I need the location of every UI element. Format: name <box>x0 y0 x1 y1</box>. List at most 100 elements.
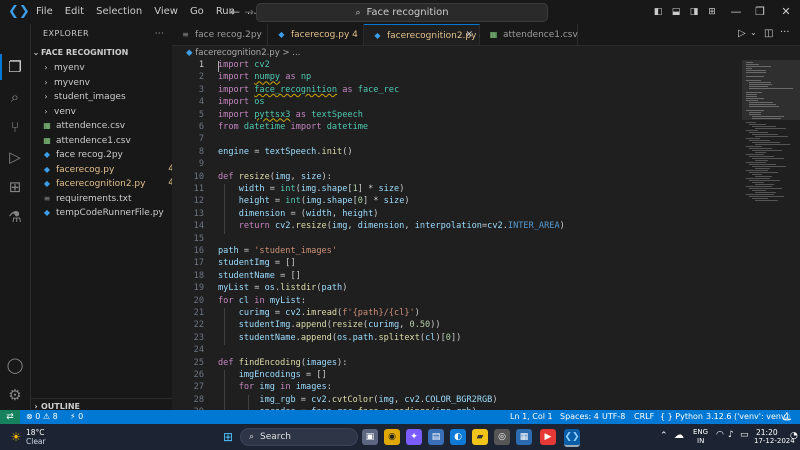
code-line[interactable]: import cv2 <box>218 60 270 70</box>
menu-view[interactable]: View <box>148 0 184 24</box>
sidebar-item[interactable]: ≡ requirements.txt <box>31 191 182 206</box>
run-debug-icon[interactable]: ▷ <box>5 147 25 167</box>
minimap[interactable] <box>742 60 800 410</box>
code-line[interactable]: height = int(img.shape[0] * size) <box>218 196 410 206</box>
camera-icon[interactable]: ◎ <box>494 429 510 445</box>
code-line[interactable]: from datetime import datetime <box>218 122 368 132</box>
code-line[interactable]: myList = os.listdir(path) <box>218 283 347 293</box>
sidebar-item[interactable]: ▦ attendence1.csv <box>31 133 182 148</box>
battery-icon[interactable]: ▭ <box>740 430 749 440</box>
menu-selection[interactable]: Selection <box>90 0 148 24</box>
sidebar-item[interactable]: ◆facerecog.py4 <box>31 162 182 177</box>
code-line[interactable]: dimension = (width, height) <box>218 209 379 219</box>
task-view-icon[interactable]: ▣ <box>362 429 378 445</box>
code-line[interactable]: studentName.append(os.path.splitext(cl)[… <box>218 333 462 343</box>
run-python-icon[interactable]: ▷ <box>738 28 746 39</box>
code-line[interactable]: imgEncodings = [] <box>218 370 327 380</box>
code-line[interactable]: import face_recognition as face_rec <box>218 85 399 95</box>
breadcrumb-file[interactable]: facerecognition2.py <box>195 48 279 58</box>
code-line[interactable]: import pyttsx3 as textSpeech <box>218 110 363 120</box>
code-line[interactable]: img_rgb = cv2.cvtColor(img, cv2.COLOR_BG… <box>218 395 497 405</box>
more-actions-icon[interactable]: ··· <box>155 24 164 44</box>
explorer-files-icon[interactable]: ❐ <box>5 57 25 77</box>
close-button[interactable]: ✕ <box>772 0 800 24</box>
sidebar-item[interactable]: ▦ attendence.csv <box>31 118 182 133</box>
sidebar-item[interactable]: ◆facerecognition2.py4 <box>31 176 182 191</box>
code-line[interactable]: for img in images: <box>218 382 332 392</box>
speaker-icon[interactable]: ♪ <box>728 430 734 440</box>
clock-date[interactable]: 17-12-2024 <box>754 437 795 445</box>
problems-status[interactable]: ⊗ 0 ⚠ 8 <box>26 410 58 424</box>
code-line[interactable]: def findEncoding(images): <box>218 358 347 368</box>
code-line[interactable]: studentName = [] <box>218 271 301 281</box>
copilot-icon[interactable]: ✦ <box>406 429 422 445</box>
line-ending[interactable]: CRLF <box>634 410 654 424</box>
testing-flask-icon[interactable]: ⚗ <box>5 207 25 227</box>
lang-top[interactable]: ENG <box>693 428 708 436</box>
sidebar-item[interactable]: › myenv <box>31 60 182 75</box>
maximize-button[interactable]: ❐ <box>746 0 774 24</box>
source-control-icon[interactable]: ⑂ <box>5 117 25 137</box>
code-line[interactable]: engine = textSpeech.init() <box>218 147 353 157</box>
weather-temp[interactable]: 18°C <box>26 428 45 437</box>
edge-icon[interactable]: ◐ <box>450 429 466 445</box>
run-dropdown-icon[interactable]: ⌄ <box>750 28 757 37</box>
encoding[interactable]: UTF-8 <box>602 410 625 424</box>
photos-icon[interactable]: ▤ <box>428 429 444 445</box>
ports-status[interactable]: ⚡ 0 <box>70 410 83 424</box>
code-line[interactable]: for cl in myList: <box>218 296 306 306</box>
code-line[interactable]: curimg = cv2.imread(f'{path}/{cl}') <box>218 308 420 318</box>
sidebar-item[interactable]: ◆ tempCodeRunnerFile.py <box>31 205 182 220</box>
menu-edit[interactable]: Edit <box>59 0 90 24</box>
taskbar-search[interactable]: ⌕ Search <box>240 428 358 446</box>
remote-indicator-icon[interactable]: ⇄ <box>0 410 20 424</box>
tab-attendence1-csv[interactable]: ▦ attendence1.csv <box>480 24 578 45</box>
vscode-taskbar-icon[interactable]: ❮❯ <box>564 429 580 447</box>
show-hidden-icons-icon[interactable]: ⌃ <box>660 431 668 441</box>
clock-time[interactable]: 21:20 <box>756 428 778 437</box>
store-icon[interactable]: ▦ <box>516 429 532 445</box>
code-line[interactable]: import numpy as np <box>218 72 311 82</box>
sidebar-item[interactable]: ◆ face recog.2py <box>31 147 182 162</box>
weather-cloud-icon[interactable]: ☁ <box>674 430 684 441</box>
menu-file[interactable]: File <box>30 0 59 24</box>
notifications-bell-icon[interactable]: 🔔︎ <box>782 410 792 424</box>
project-folder[interactable]: ⌄ FACE RECOGNITION <box>31 45 172 60</box>
tab-face-recog-2py[interactable]: ≡ face recog.2py <box>172 24 268 45</box>
youtube-icon[interactable]: ▶ <box>540 429 556 445</box>
close-tab-icon[interactable]: ✕ <box>465 25 473 46</box>
command-center[interactable]: ⌕ Face recognition <box>256 3 548 22</box>
tab-facerecog-py[interactable]: ◆ facerecog.py 4 <box>268 24 364 45</box>
file-explorer-icon[interactable]: ▰ <box>472 429 488 445</box>
code-line[interactable]: path = 'student_images' <box>218 246 337 256</box>
code-line[interactable]: studentImg = [] <box>218 258 296 268</box>
tab-facerecognition2-py[interactable]: ◆facerecognition2.py 4 ✕ <box>364 24 485 46</box>
code-line[interactable]: studentImg.append(resize(curimg, 0.50)) <box>218 320 441 330</box>
settings-gear-icon[interactable]: ⚙ <box>5 385 25 405</box>
code-editor[interactable]: 1 import cv2 2 import numpy as np 3 import fa… <box>172 60 742 410</box>
sidebar-item[interactable]: › student_images <box>31 89 182 104</box>
search-icon[interactable]: ⌕ <box>5 87 25 107</box>
code-line[interactable]: import os <box>218 97 265 107</box>
wifi-icon[interactable]: ◠ <box>716 430 724 440</box>
breadcrumb-symbols[interactable]: > ... <box>282 48 300 58</box>
menu-go[interactable]: Go <box>184 0 210 24</box>
weather-sun-icon[interactable]: ☀ <box>8 429 24 445</box>
cursor-position[interactable]: Ln 1, Col 1 <box>510 410 553 424</box>
split-editor-icon[interactable]: ◫ <box>764 28 773 39</box>
python-interpreter[interactable]: 3.12.6 ('venv': venv) <box>706 410 789 424</box>
code-line[interactable]: def resize(img, size): <box>218 172 332 182</box>
indentation[interactable]: Spaces: 4 <box>560 410 599 424</box>
chrome-icon[interactable]: ◉ <box>384 429 400 445</box>
code-line[interactable]: width = int(img.shape[1] * size) <box>218 184 405 194</box>
sidebar-item[interactable]: › venv <box>31 104 182 119</box>
language-mode[interactable]: { } Python <box>660 410 703 424</box>
code-line[interactable]: return cv2.resize(img, dimension, interp… <box>218 221 565 231</box>
sidebar-item[interactable]: › myvenv <box>31 75 182 90</box>
more-actions-icon[interactable]: ··· <box>780 27 790 38</box>
windows-start-icon[interactable]: ⊞ <box>220 429 236 445</box>
extensions-icon[interactable]: ⊞ <box>5 177 25 197</box>
account-icon[interactable]: ◯ <box>5 355 25 375</box>
notification-center-icon[interactable]: ◔ <box>790 431 798 441</box>
minimap-viewport[interactable] <box>742 60 800 120</box>
